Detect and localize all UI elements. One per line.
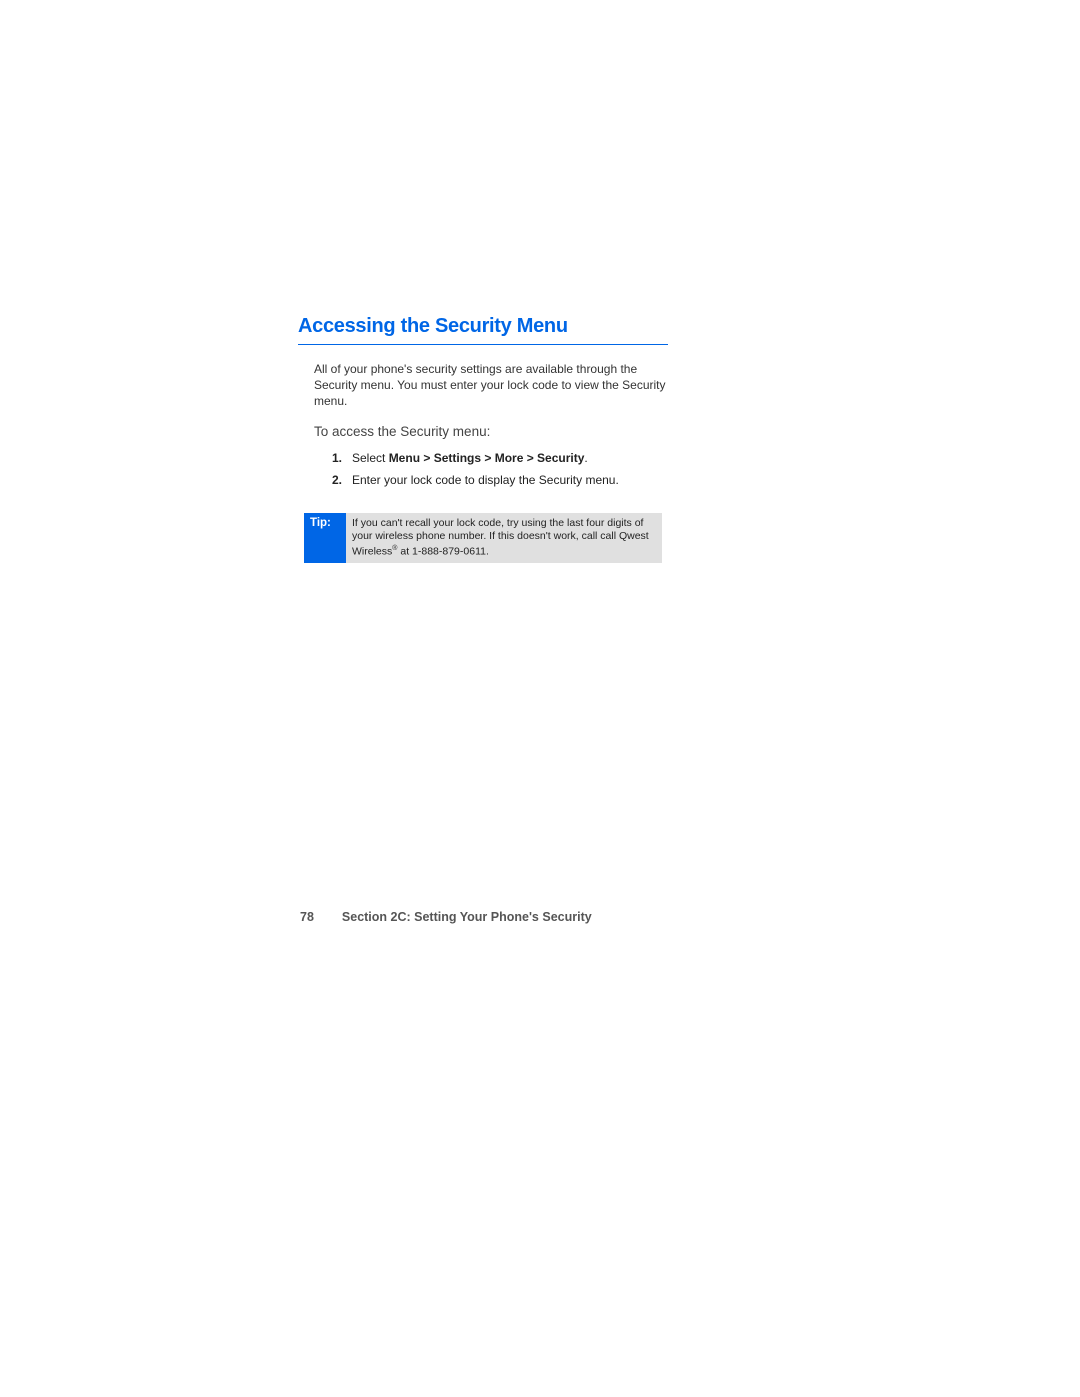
step-bold: Menu > Settings > More > Security (389, 451, 585, 465)
tip-label: Tip: (304, 513, 346, 563)
tip-box: Tip: If you can't recall your lock code,… (304, 513, 662, 563)
step-number: 1. (332, 449, 352, 467)
step-prefix: Select (352, 451, 389, 465)
step-item: 1. Select Menu > Settings > More > Secur… (332, 449, 668, 467)
step-suffix: . (584, 451, 587, 465)
step-text: Select Menu > Settings > More > Security… (352, 449, 668, 467)
sub-heading: To access the Security menu: (314, 424, 668, 439)
step-text: Enter your lock code to display the Secu… (352, 471, 668, 489)
page-content: Accessing the Security Menu All of your … (298, 315, 668, 563)
tip-text-after: at 1-888-879-0611. (397, 545, 488, 557)
step-item: 2. Enter your lock code to display the S… (332, 471, 668, 489)
page-number: 78 (300, 910, 314, 924)
steps-list: 1. Select Menu > Settings > More > Secur… (332, 449, 668, 489)
tip-content: If you can't recall your lock code, try … (346, 513, 662, 563)
intro-paragraph: All of your phone's security settings ar… (314, 361, 668, 410)
page-heading: Accessing the Security Menu (298, 315, 668, 345)
section-title: Section 2C: Setting Your Phone's Securit… (342, 910, 592, 924)
step-prefix: Enter your lock code to display the Secu… (352, 473, 619, 487)
step-number: 2. (332, 471, 352, 489)
page-footer: 78 Section 2C: Setting Your Phone's Secu… (300, 910, 592, 924)
